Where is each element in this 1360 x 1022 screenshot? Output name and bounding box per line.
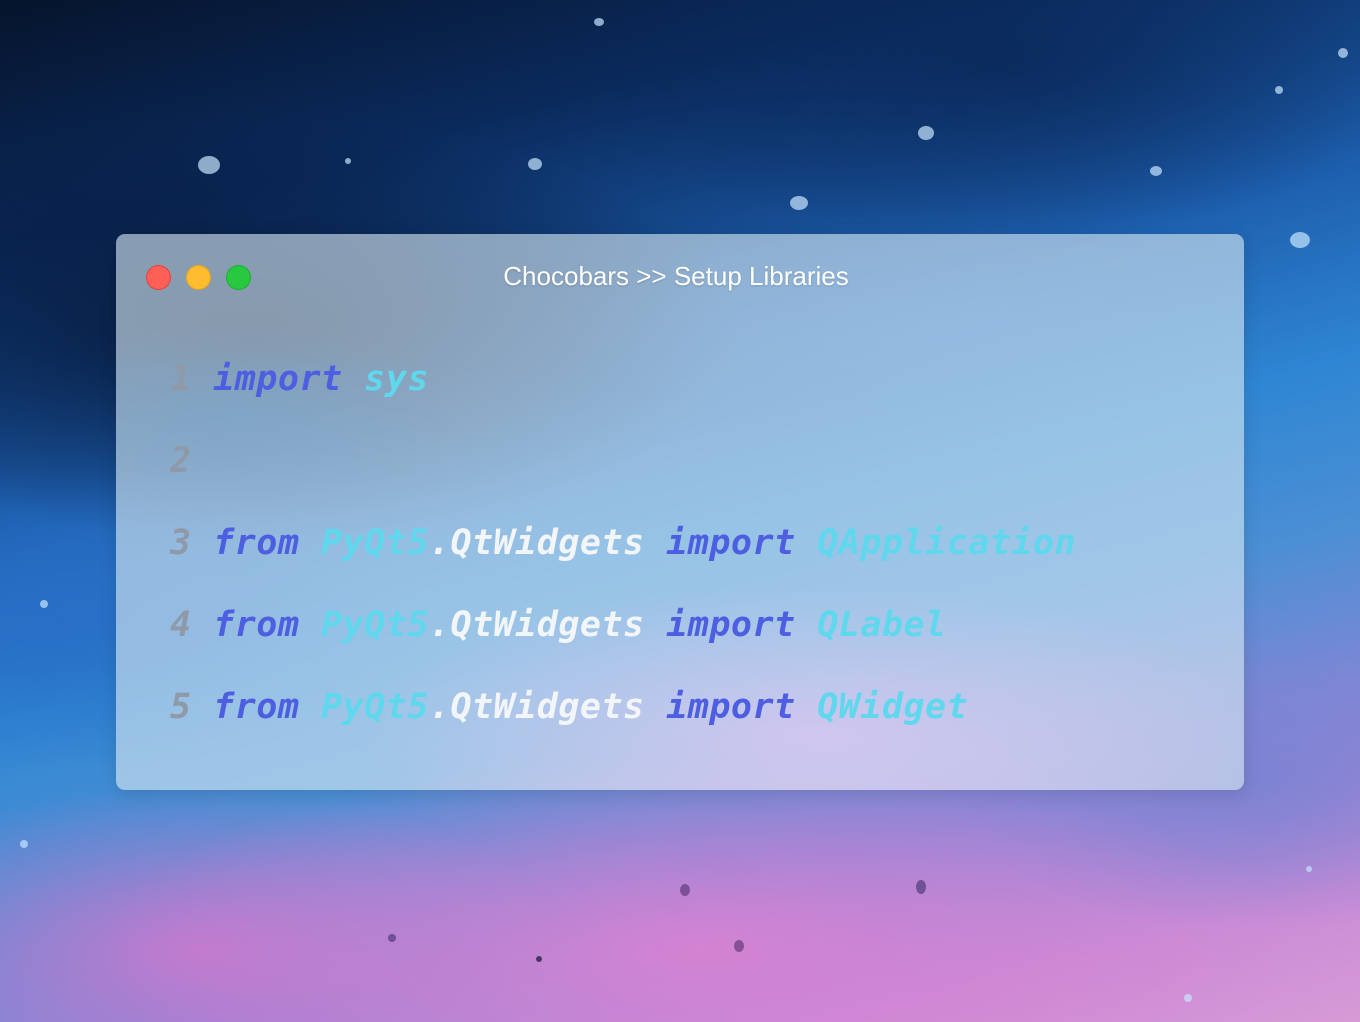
module-name: PyQt5 [321, 687, 429, 727]
keyword: from [213, 687, 300, 727]
code-line: 4 from PyQt5.QtWidgets import QLabel [170, 598, 1076, 680]
module-name: sys [364, 359, 429, 399]
keyword: from [213, 523, 300, 563]
bubble [1275, 86, 1283, 94]
bubble [1290, 232, 1310, 248]
code-line: 2 [170, 434, 1076, 516]
bubble [790, 196, 808, 210]
bubble [1338, 48, 1348, 58]
line-number: 2 [170, 441, 192, 481]
keyword: import [666, 687, 796, 727]
bubble [680, 884, 690, 896]
bubble [20, 840, 28, 848]
bubble [916, 880, 926, 894]
window-titlebar: Chocobars >> Setup Libraries [116, 234, 1244, 318]
code-line: 3 from PyQt5.QtWidgets import QApplicati… [170, 516, 1076, 598]
bubble [528, 158, 542, 170]
keyword: import [213, 359, 343, 399]
bubble [40, 600, 48, 608]
bubble [594, 18, 604, 26]
submodule-name: .QtWidgets [428, 605, 645, 645]
window-title: Chocobars >> Setup Libraries [503, 261, 849, 291]
bubble [345, 158, 351, 164]
keyword: import [666, 605, 796, 645]
module-name: PyQt5 [321, 605, 429, 645]
class-name: QLabel [817, 605, 947, 645]
bubble [388, 934, 396, 942]
submodule-name: .QtWidgets [428, 687, 645, 727]
class-name: QApplication [817, 523, 1077, 563]
keyword: from [213, 605, 300, 645]
bubble [918, 126, 934, 140]
bubble [1306, 866, 1312, 872]
bubble [1150, 166, 1162, 176]
keyword: import [666, 523, 796, 563]
bubble [734, 940, 744, 952]
code-line: 5 from PyQt5.QtWidgets import QWidget [170, 680, 1076, 762]
line-number: 1 [170, 359, 192, 399]
line-number: 5 [170, 687, 192, 727]
bubble [198, 156, 220, 174]
module-name: PyQt5 [321, 523, 429, 563]
submodule-name: .QtWidgets [428, 523, 645, 563]
bubble [536, 956, 542, 962]
bubble [1184, 994, 1192, 1002]
class-name: QWidget [817, 687, 969, 727]
line-number: 3 [170, 523, 192, 563]
code-line: 1 import sys [170, 352, 1076, 434]
code-window: Chocobars >> Setup Libraries 1 import sy… [116, 234, 1244, 790]
code-block: 1 import sys 2 3 from PyQt5.QtWidgets im… [170, 352, 1076, 762]
line-number: 4 [170, 605, 192, 645]
